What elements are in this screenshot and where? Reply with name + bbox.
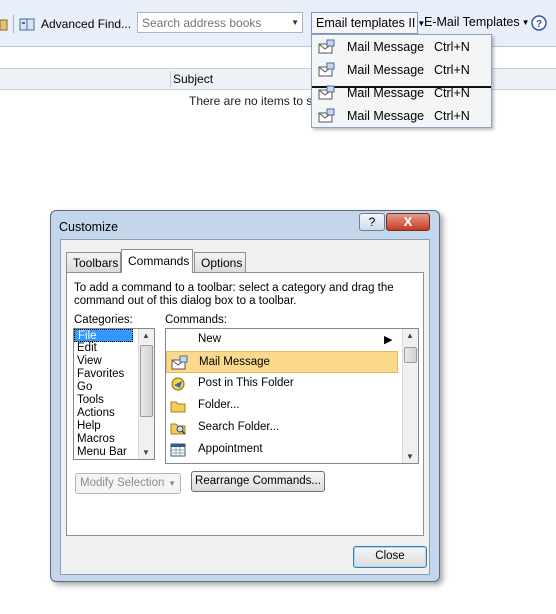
mail-message-icon [318, 85, 336, 104]
menu-item-mail-message[interactable]: Mail Message Ctrl+N [312, 105, 491, 128]
mail-message-icon [171, 355, 189, 374]
category-item-file[interactable]: File [74, 329, 133, 342]
commands-tab-panel: To add a command to a toolbar: select a … [66, 272, 424, 536]
svg-text:?: ? [536, 19, 542, 30]
advanced-find-button[interactable]: Advanced Find... [41, 17, 131, 31]
close-icon: X [403, 214, 413, 229]
menu-item-label: Mail Message [347, 109, 425, 123]
menu-item-mail-message[interactable]: Mail Message Ctrl+N [312, 82, 491, 105]
command-label: Post in This Folder [198, 377, 294, 389]
email-templates-ii-label: Email templates II [316, 16, 416, 30]
email-templates-ii-button[interactable]: Email templates II ▼ [311, 12, 425, 34]
command-item-post[interactable]: Post in This Folder [166, 373, 418, 395]
menu-item-label: Mail Message [347, 40, 425, 54]
scroll-thumb[interactable] [140, 345, 153, 417]
close-button[interactable]: Close [353, 546, 427, 568]
email-templates-label: E-Mail Templates [424, 15, 520, 29]
commands-label: Commands: [165, 314, 227, 326]
find-icon[interactable] [19, 16, 35, 32]
tab-label: Toolbars [73, 256, 119, 270]
command-label: Search Folder... [198, 421, 280, 433]
command-item-search-folder[interactable]: Search Folder... [166, 417, 418, 439]
help-icon[interactable]: ? [531, 15, 547, 34]
menu-item-shortcut: Ctrl+N [434, 63, 470, 77]
instructions-text: To add a command to a toolbar: select a … [74, 282, 394, 307]
categories-list[interactable]: File Edit View Favorites Go Tools Action… [73, 328, 155, 460]
chevron-down-icon: ▼ [521, 18, 530, 28]
folder-icon [170, 398, 188, 417]
menu-item-shortcut: Ctrl+N [434, 86, 470, 100]
toolbar-separator [13, 15, 14, 33]
command-item-new[interactable]: New ▶ [166, 329, 418, 351]
toolbar-row: Advanced Find... [0, 9, 131, 39]
tab-label: Commands [128, 254, 190, 268]
submenu-arrow-icon: ▶ [384, 334, 393, 346]
command-label: Folder... [198, 399, 240, 411]
modify-selection-label: Modify Selection [80, 477, 165, 489]
search-address-books[interactable]: ▼ [137, 12, 303, 33]
subject-column-header[interactable]: Subject [173, 72, 213, 86]
menu-item-label: Mail Message [347, 63, 425, 77]
category-item[interactable]: Go [74, 381, 136, 394]
category-item[interactable]: Help [74, 420, 136, 433]
mail-message-icon [318, 108, 336, 127]
chevron-down-icon: ▼ [168, 479, 176, 488]
email-templates-button[interactable]: E-Mail Templates ▼ [420, 12, 530, 34]
rearrange-commands-label: Rearrange Commands... [195, 475, 321, 487]
tab-options[interactable]: Options [194, 252, 246, 272]
chevron-down-icon[interactable]: ▼ [291, 18, 299, 27]
scroll-up-icon[interactable]: ▲ [142, 331, 150, 340]
modify-selection-button[interactable]: Modify Selection ▼ [75, 473, 181, 494]
command-item-folder[interactable]: Folder... [166, 395, 418, 417]
menu-item-shortcut: Ctrl+N [434, 109, 470, 123]
category-item[interactable]: Macros [74, 433, 136, 446]
categories-scrollbar[interactable]: ▲ ▼ [138, 329, 154, 459]
command-label: Mail Message [199, 356, 270, 368]
tab-toolbars[interactable]: Toolbars [66, 252, 121, 272]
address-book-icon[interactable] [0, 16, 8, 32]
menu-item-label: Mail Message [347, 86, 425, 100]
command-item-mail-message[interactable]: Mail Message [166, 351, 398, 373]
email-templates-menu: Mail Message Ctrl+N Mail Message Ctrl+N … [311, 34, 492, 128]
category-item[interactable]: Actions [74, 407, 136, 420]
command-label: New [198, 333, 222, 345]
category-item[interactable]: Edit [74, 342, 136, 355]
empty-list-message: There are no items to sh [189, 94, 320, 108]
category-item[interactable]: Menu Bar [74, 446, 136, 459]
post-icon [170, 376, 188, 395]
close-window-button[interactable]: X [386, 213, 430, 231]
tab-label: Options [201, 256, 243, 270]
tab-commands[interactable]: Commands [121, 249, 193, 273]
calendar-icon [170, 442, 188, 461]
close-button-label: Close [375, 550, 405, 562]
menu-item-shortcut: Ctrl+N [434, 40, 470, 54]
scroll-down-icon[interactable]: ▼ [142, 448, 150, 457]
command-label: Appointment [198, 443, 263, 455]
menu-item-mail-message[interactable]: Mail Message Ctrl+N [312, 36, 491, 59]
customize-dialog: Customize ? X Toolbars Commands Options … [50, 210, 440, 582]
search-folder-icon [170, 420, 188, 439]
category-item[interactable]: Favorites [74, 368, 136, 381]
menu-item-mail-message[interactable]: Mail Message Ctrl+N [312, 59, 491, 82]
help-button[interactable]: ? [359, 213, 385, 231]
commands-scrollbar[interactable]: ▲ ▼ [402, 329, 418, 463]
rearrange-commands-button[interactable]: Rearrange Commands... [191, 471, 325, 492]
help-icon: ? [368, 215, 376, 229]
command-item-appointment[interactable]: Appointment [166, 439, 418, 461]
mail-message-icon [318, 62, 336, 81]
commands-list[interactable]: New ▶ Mail Message Post in This Folder F… [165, 328, 419, 464]
scroll-down-icon[interactable]: ▼ [406, 452, 414, 461]
categories-label: Categories: [74, 314, 133, 326]
column-divider[interactable] [170, 71, 171, 87]
dialog-title: Customize [59, 220, 119, 234]
scroll-thumb[interactable] [404, 347, 417, 363]
scroll-up-icon[interactable]: ▲ [406, 331, 414, 340]
search-input[interactable] [138, 13, 296, 32]
dialog-body: Toolbars Commands Options To add a comma… [60, 239, 430, 575]
mail-message-icon [318, 39, 336, 58]
category-item[interactable]: Tools [74, 394, 136, 407]
category-item[interactable]: View [74, 355, 136, 368]
